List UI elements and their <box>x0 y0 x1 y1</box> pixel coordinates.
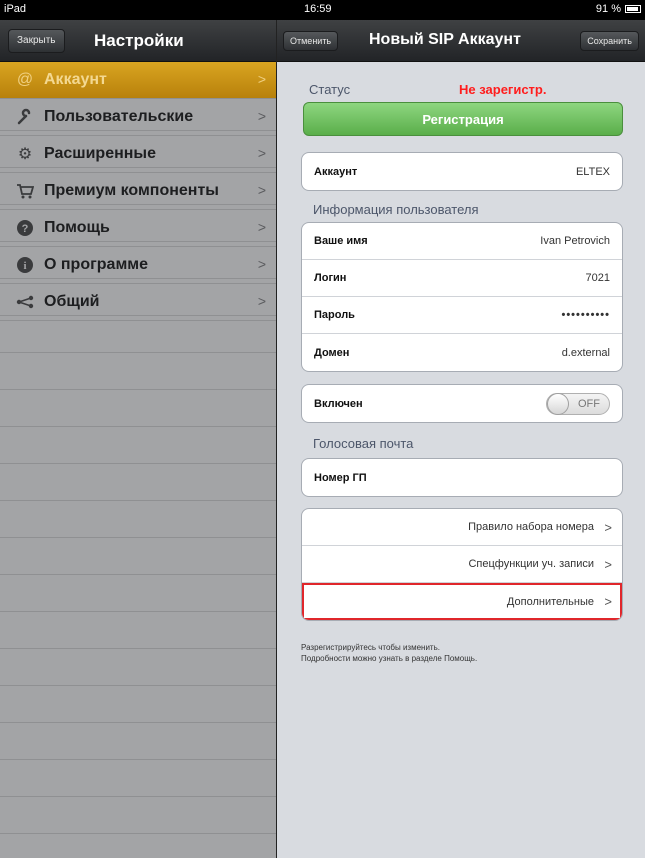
user-info-section-title: Информация пользователя <box>313 202 479 217</box>
sidebar-item-label: Пользовательские <box>44 108 194 125</box>
footnote-line: Разрегистрируйтесь чтобы изменить. <box>301 643 440 652</box>
account-value: ELTEX <box>575 165 610 178</box>
clock: 16:59 <box>304 3 332 15</box>
register-button[interactable]: Регистрация <box>303 102 623 136</box>
chevron-right-icon: > <box>604 556 612 572</box>
enabled-group: Включен OFF <box>301 384 623 423</box>
chevron-right-icon: > <box>604 519 612 535</box>
sidebar-item-help[interactable]: ? Помощь > <box>0 210 276 247</box>
sidebar-item-about[interactable]: i О программе > <box>0 247 276 284</box>
info-icon: i <box>14 255 36 275</box>
sidebar-item-label: Премиум компоненты <box>44 182 219 199</box>
sidebar-item-label: О программе <box>44 256 149 273</box>
toggle-knob <box>547 393 569 415</box>
voicemail-section-title: Голосовая почта <box>313 436 414 451</box>
sidebar-item-advanced[interactable]: ⚙ Расширенные > <box>0 136 276 173</box>
account-detail-panel: Отменить Новый SIP Аккаунт Сохранить Ста… <box>277 20 645 858</box>
page-title: Новый SIP Аккаунт <box>369 31 521 48</box>
status-label: Статус <box>309 82 351 97</box>
account-features-link[interactable]: Спецфункции уч. записи > <box>302 546 622 583</box>
links-group: Правило набора номера > Спецфункции уч. … <box>301 508 623 621</box>
battery-icon <box>625 5 641 13</box>
detail-navbar: Отменить Новый SIP Аккаунт Сохранить <box>277 20 645 62</box>
login-field[interactable]: Логин 7021 <box>302 260 622 297</box>
user-info-group: Ваше имя Ivan Petrovich Логин 7021 Парол… <box>301 222 623 372</box>
sidebar-item-general[interactable]: Общий > <box>0 284 276 321</box>
sidebar-item-label: Общий <box>44 293 100 310</box>
device-label: iPad <box>4 3 27 15</box>
status-badge: Не зарегистр. <box>459 82 547 97</box>
chevron-right-icon: > <box>257 108 266 124</box>
wrench-icon <box>14 107 36 127</box>
additional-settings-label: Дополнительные <box>506 595 594 608</box>
login-value: 7021 <box>585 272 610 284</box>
account-label: Аккаунт <box>314 165 358 178</box>
name-label: Ваше имя <box>314 235 368 247</box>
svg-text:?: ? <box>22 223 29 235</box>
sidebar-item-account[interactable]: @ Аккаунт > <box>0 62 276 99</box>
settings-sidebar: Закрыть Настройки @ Аккаунт > Пользовате… <box>0 20 276 858</box>
sidebar-item-label: Помощь <box>44 219 110 236</box>
close-button[interactable]: Закрыть <box>8 29 65 53</box>
name-field[interactable]: Ваше имя Ivan Petrovich <box>302 223 622 260</box>
password-label: Пароль <box>314 309 355 321</box>
account-group: Аккаунт ELTEX <box>301 152 623 191</box>
at-icon: @ <box>16 71 34 88</box>
login-label: Логин <box>314 272 347 284</box>
sidebar-item-custom[interactable]: Пользовательские > <box>0 99 276 136</box>
save-button[interactable]: Сохранить <box>580 31 639 51</box>
dial-rule-label: Правило набора номера <box>468 521 594 533</box>
sidebar-item-label: Аккаунт <box>44 71 107 88</box>
footnote-line: Подробности можно узнать в разделе Помощ… <box>301 654 478 663</box>
chevron-right-icon: > <box>257 256 266 272</box>
toggle-state-text: OFF <box>578 398 600 410</box>
enabled-label: Включен <box>314 397 363 410</box>
chevron-right-icon: > <box>257 71 266 87</box>
password-value: •••••••••• <box>561 309 610 321</box>
help-icon: ? <box>14 218 36 238</box>
gears-icon: ⚙ <box>17 146 33 163</box>
sidebar-item-label: Расширенные <box>44 145 156 162</box>
cancel-button[interactable]: Отменить <box>283 31 339 51</box>
share-icon <box>14 292 36 312</box>
footnote: Разрегистрируйтесь чтобы изменить. Подро… <box>301 642 477 664</box>
enabled-toggle[interactable]: OFF <box>546 393 610 415</box>
chevron-right-icon: > <box>257 182 266 198</box>
cart-icon <box>14 181 36 201</box>
voicemail-number-field[interactable]: Номер ГП <box>302 459 622 496</box>
domain-label: Домен <box>314 346 350 359</box>
enabled-row: Включен OFF <box>302 385 622 422</box>
sidebar-navbar: Закрыть Настройки <box>0 20 276 62</box>
battery-percent: 91 % <box>595 3 621 15</box>
svg-text:i: i <box>23 260 26 272</box>
voicemail-number-label: Номер ГП <box>314 471 367 484</box>
dial-rule-link[interactable]: Правило набора номера > <box>302 509 622 546</box>
sidebar-title: Настройки <box>94 31 184 50</box>
account-row[interactable]: Аккаунт ELTEX <box>302 153 622 190</box>
domain-field[interactable]: Домен d.external <box>302 334 622 371</box>
chevron-right-icon: > <box>257 293 266 309</box>
chevron-right-icon: > <box>604 594 612 609</box>
chevron-right-icon: > <box>257 145 266 161</box>
battery-indicator: 91 % <box>596 3 641 15</box>
additional-settings-link[interactable]: Дополнительные > <box>302 583 622 620</box>
name-value: Ivan Petrovich <box>540 235 610 247</box>
domain-value: d.external <box>561 346 610 359</box>
settings-menu: @ Аккаунт > Пользовательские > ⚙ Расшире… <box>0 62 276 321</box>
sidebar-item-premium[interactable]: Премиум компоненты > <box>0 173 276 210</box>
chevron-right-icon: > <box>257 219 266 235</box>
status-bar: iPad 16:59 91 % <box>0 0 645 20</box>
password-field[interactable]: Пароль •••••••••• <box>302 297 622 334</box>
account-features-label: Спецфункции уч. записи <box>468 558 594 570</box>
voicemail-group: Номер ГП <box>301 458 623 497</box>
